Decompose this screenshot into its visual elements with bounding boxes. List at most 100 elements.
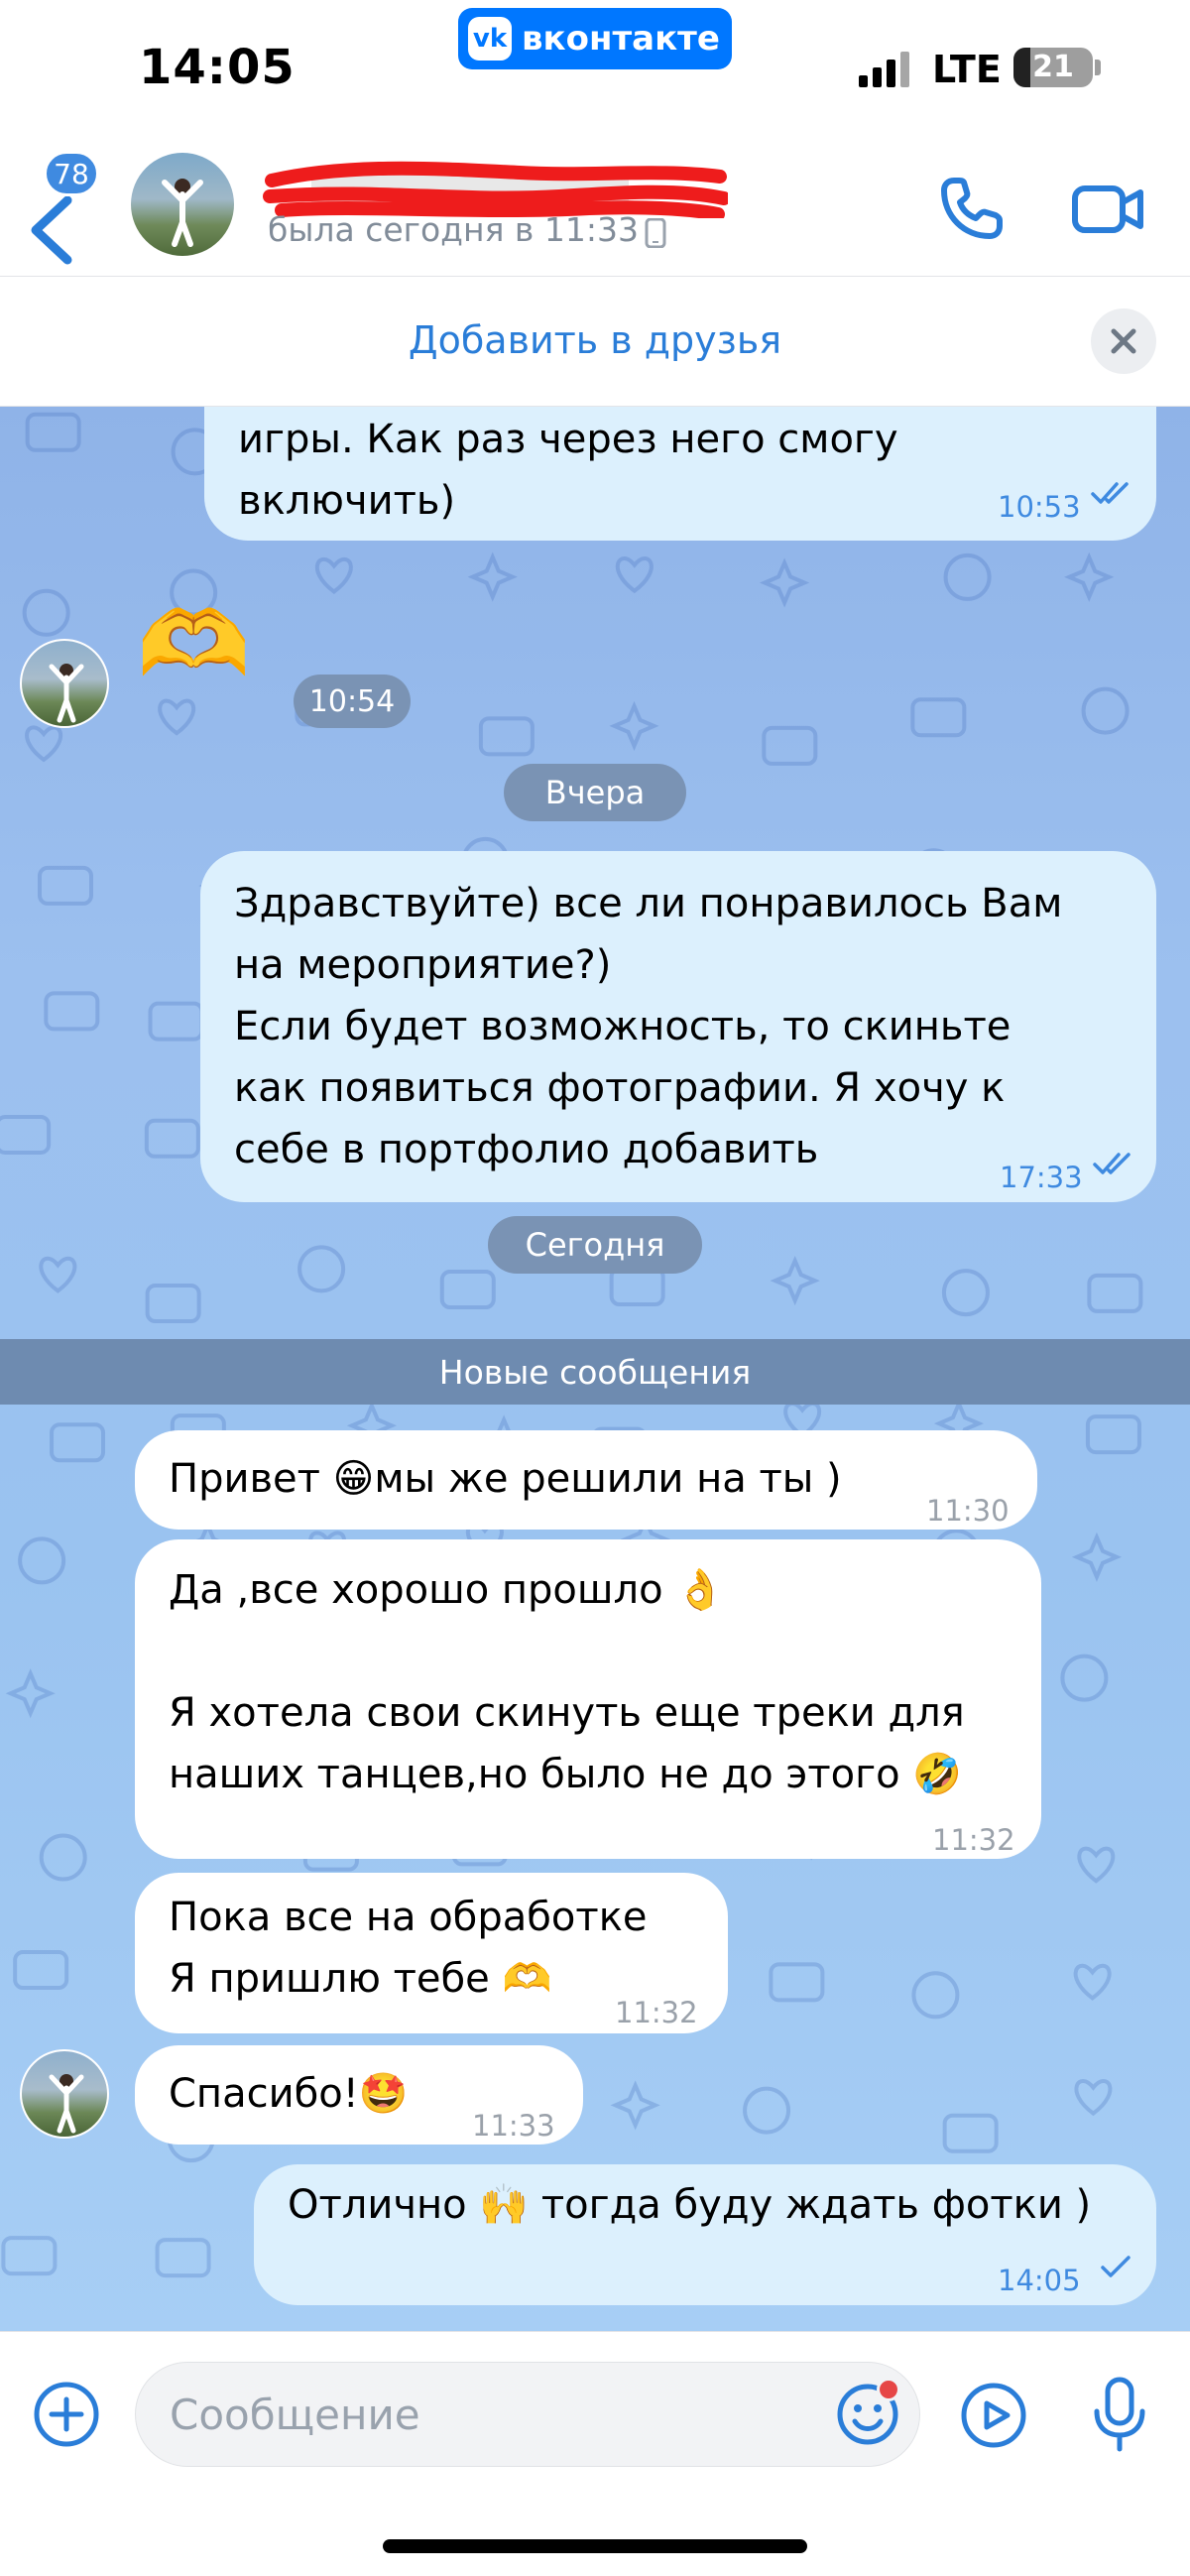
sender-avatar[interactable] bbox=[20, 2049, 109, 2139]
message-text: Спасибо!🤩 bbox=[169, 2071, 409, 2117]
wallpaper-doodle bbox=[911, 1971, 960, 2020]
wallpaper-doodle bbox=[770, 1256, 820, 1306]
message-time: 17:33 bbox=[1000, 1161, 1083, 1194]
wallpaper-doodle bbox=[13, 1950, 69, 1991]
wallpaper-doodle bbox=[1085, 1414, 1141, 1455]
wallpaper-doodle bbox=[609, 1266, 665, 1306]
date-separator: Вчера bbox=[504, 764, 686, 821]
read-double-check-icon bbox=[1091, 482, 1129, 504]
wallpaper-doodle bbox=[39, 1833, 87, 1882]
wallpaper-doodle bbox=[1064, 552, 1115, 602]
wallpaper-doodle bbox=[145, 1284, 201, 1324]
wallpaper-doodle bbox=[5, 1668, 56, 1719]
close-icon bbox=[1111, 328, 1136, 354]
wallpaper-doodle bbox=[467, 552, 518, 602]
home-indicator bbox=[383, 2539, 807, 2553]
sent-check-icon bbox=[1101, 2256, 1130, 2277]
wallpaper-doodle bbox=[615, 556, 654, 594]
wallpaper-doodle bbox=[314, 557, 353, 595]
status-time: 14:05 bbox=[139, 40, 296, 95]
wallpaper-doodle bbox=[22, 588, 70, 637]
status-bar: 14:05 vk вконтакте LTE 21 bbox=[0, 0, 1190, 139]
message-time: 11:30 bbox=[926, 1494, 1010, 1528]
last-seen-status: была сегодня в 11:33 bbox=[268, 210, 639, 249]
message-text: Привет 😁мы же решили на ты ) bbox=[169, 1456, 842, 1502]
wallpaper-doodle bbox=[610, 2080, 660, 2131]
wallpaper-doodle bbox=[1071, 1532, 1123, 1582]
message-outgoing[interactable]: Здравствуйте) все ли понравилось Вам на … bbox=[200, 851, 1156, 1202]
phone-icon[interactable] bbox=[932, 169, 1012, 248]
wallpaper-doodle bbox=[50, 1422, 106, 1463]
wallpaper-doodle bbox=[769, 1962, 825, 2003]
message-time: 10:54 bbox=[294, 675, 411, 728]
microphone-icon[interactable] bbox=[1085, 2376, 1154, 2455]
wallpaper-doodle bbox=[148, 1001, 204, 1042]
message-time: 11:32 bbox=[615, 1996, 698, 2029]
plus-icon[interactable] bbox=[32, 2380, 101, 2449]
wallpaper-doodle bbox=[0, 1114, 52, 1155]
wallpaper-doodle bbox=[943, 552, 992, 601]
wallpaper-doodle bbox=[942, 2113, 999, 2153]
video-camera-icon[interactable] bbox=[1069, 169, 1148, 248]
message-outgoing[interactable]: Отлично 🙌 тогда буду ждать фотки ) 14:05 bbox=[254, 2164, 1156, 2305]
wallpaper-doodle bbox=[760, 557, 810, 608]
wallpaper-doodle bbox=[25, 412, 81, 452]
message-text: Отлично 🙌 тогда буду ждать фотки ) bbox=[288, 2182, 1092, 2228]
date-separator: Сегодня bbox=[488, 1216, 702, 1274]
message-time: 11:33 bbox=[472, 2109, 555, 2143]
message-time: 14:05 bbox=[998, 2264, 1081, 2297]
wallpaper-doodle bbox=[941, 1269, 990, 1317]
message-text: Пока все на обработке Я пришлю тебе 🫶 bbox=[169, 1895, 648, 2002]
message-incoming[interactable]: Да ,все хорошо прошло 👌 Я хотела свои ск… bbox=[135, 1539, 1041, 1859]
wallpaper-doodle bbox=[155, 2238, 211, 2278]
wallpaper-doodle bbox=[25, 725, 63, 763]
carrier-label: LTE bbox=[932, 48, 1002, 91]
person-photo-icon bbox=[49, 664, 84, 723]
chat-message-list[interactable]: игры. Как раз через него смогу включить)… bbox=[0, 407, 1190, 2331]
wallpaper-doodle bbox=[39, 1256, 77, 1293]
battery-tip bbox=[1095, 60, 1101, 75]
new-messages-divider: Новые сообщения bbox=[0, 1339, 1190, 1405]
wallpaper-doodle bbox=[144, 1118, 200, 1159]
message-text: Здравствуйте) все ли понравилось Вам на … bbox=[234, 881, 1063, 1172]
message-time: 11:32 bbox=[932, 1823, 1015, 1857]
contact-avatar[interactable] bbox=[131, 153, 234, 256]
message-outgoing[interactable]: игры. Как раз через него смогу включить)… bbox=[204, 407, 1156, 541]
wallpaper-doodle bbox=[439, 1270, 496, 1310]
person-photo-icon bbox=[162, 179, 203, 247]
wallpaper-doodle bbox=[1087, 1273, 1143, 1313]
vk-app-name: вконтакте bbox=[522, 19, 720, 59]
battery-icon: 21 bbox=[1013, 48, 1093, 87]
wallpaper-doodle bbox=[762, 725, 818, 766]
message-time: 10:53 bbox=[998, 490, 1081, 524]
wallpaper-doodle bbox=[44, 991, 100, 1032]
wallpaper-doodle bbox=[298, 1245, 346, 1293]
video-message-icon[interactable] bbox=[958, 2380, 1029, 2451]
wallpaper-doodle bbox=[1074, 2079, 1113, 2117]
wallpaper-doodle bbox=[37, 865, 93, 906]
message-input[interactable] bbox=[135, 2362, 920, 2467]
wallpaper-doodle bbox=[158, 698, 196, 736]
message-incoming[interactable]: Привет 😁мы же решили на ты ) 11:30 bbox=[135, 1430, 1037, 1530]
add-friend-banner: Добавить в друзья bbox=[0, 277, 1190, 407]
wallpaper-doodle bbox=[910, 697, 967, 738]
wallpaper-doodle bbox=[1073, 1963, 1112, 2001]
vk-logo-icon: vk bbox=[468, 17, 512, 61]
wallpaper-doodle bbox=[609, 700, 659, 751]
wallpaper-doodle bbox=[1077, 1846, 1116, 1884]
wallpaper-doodle bbox=[18, 1536, 66, 1585]
redacted-contact-name bbox=[263, 161, 728, 218]
message-incoming[interactable]: Спасибо!🤩 11:33 bbox=[135, 2045, 583, 2145]
message-emoji-incoming[interactable]: 🫶 bbox=[137, 595, 251, 694]
wallpaper-doodle bbox=[1060, 1654, 1109, 1702]
unread-badge: 78 bbox=[44, 151, 99, 196]
message-incoming[interactable]: Пока все на обработке Я пришлю тебе 🫶 11… bbox=[135, 1873, 728, 2033]
message-text: Да ,все хорошо прошло 👌 Я хотела свои ск… bbox=[169, 1567, 965, 1797]
banner-close-button[interactable] bbox=[1091, 308, 1156, 374]
add-friend-button[interactable]: Добавить в друзья bbox=[0, 318, 1190, 362]
sender-avatar[interactable] bbox=[20, 639, 109, 728]
read-double-check-icon bbox=[1093, 1153, 1130, 1174]
vk-app-pill[interactable]: vk вконтакте bbox=[458, 8, 732, 69]
sticker-notification-dot bbox=[877, 2378, 900, 2401]
person-photo-icon bbox=[49, 2074, 84, 2134]
